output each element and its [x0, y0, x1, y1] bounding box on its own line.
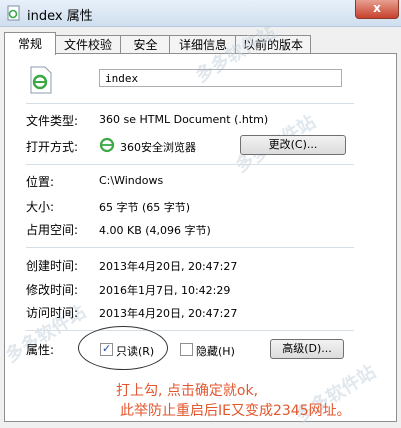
location-value: C:\Windows	[99, 174, 164, 187]
file-name-field[interactable]: index	[99, 69, 342, 87]
disk-size-value: 4.00 KB (4,096 字节)	[99, 224, 211, 237]
accessed-value: 2013年4月20日, 20:47:27	[99, 307, 238, 320]
annotation-line-1: 打上勾, 点击确定就ok,	[116, 383, 259, 399]
disk-size-label: 占用空间:	[26, 223, 79, 237]
attributes-label: 属性:	[26, 343, 55, 357]
tab-general[interactable]: 常规	[4, 32, 56, 55]
location-label: 位置:	[26, 175, 55, 189]
created-label: 创建时间:	[26, 259, 79, 273]
type-value: 360 se HTML Document (.htm)	[99, 113, 269, 126]
change-button[interactable]: 更改(C)...	[240, 135, 346, 155]
annotation-line-2: 此举防止重启后IE又变成2345网址。	[120, 403, 351, 419]
title-bar: index 属性 x	[0, 0, 401, 27]
highlight-circle	[78, 326, 168, 370]
accessed-label: 访问时间:	[26, 306, 79, 320]
open-with-value: 360安全浏览器	[120, 141, 196, 154]
tab-checksum[interactable]: 文件校验	[54, 35, 122, 54]
size-value: 65 字节 (65 字节)	[99, 201, 191, 214]
advanced-button[interactable]: 高级(D)...	[270, 339, 344, 359]
created-value: 2013年4月20日, 20:47:27	[99, 260, 238, 273]
modified-value: 2016年1月7日, 10:42:29	[99, 284, 231, 297]
window-title: index 属性	[27, 9, 93, 24]
divider	[26, 247, 354, 248]
browser-360-icon	[99, 137, 115, 153]
open-with-label: 打开方式:	[26, 140, 79, 154]
hidden-checkbox[interactable]	[180, 343, 193, 356]
type-label: 文件类型:	[26, 114, 79, 128]
divider	[26, 330, 354, 331]
divider	[26, 164, 354, 165]
tab-security[interactable]: 安全	[120, 35, 171, 54]
divider	[26, 103, 354, 104]
modified-label: 修改时间:	[26, 283, 79, 297]
close-button[interactable]: x	[355, 0, 399, 19]
document-icon	[7, 5, 20, 21]
file-icon	[30, 66, 52, 94]
size-label: 大小:	[26, 200, 55, 214]
hidden-label[interactable]: 隐藏(H)	[196, 343, 235, 359]
